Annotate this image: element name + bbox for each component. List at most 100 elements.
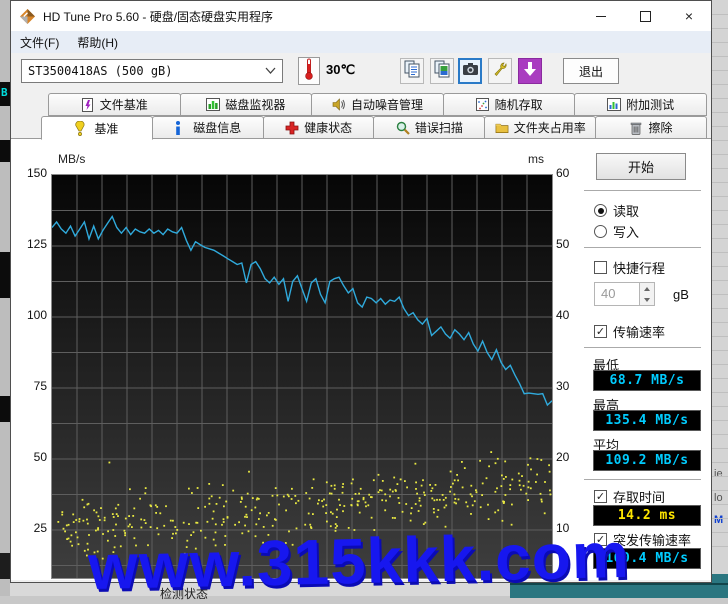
tab-row2-2[interactable]: 健康状态: [263, 116, 375, 139]
avg-value-display: 109.2 MB/s: [593, 450, 701, 471]
options-button[interactable]: [488, 58, 512, 84]
transfer-rate-label: 传输速率: [613, 322, 665, 341]
bg-grid-line: [712, 392, 728, 393]
bg-grid-line: [712, 112, 728, 113]
tab-row2-0[interactable]: 基准: [41, 116, 153, 140]
bg-grid-line: [712, 518, 728, 519]
benchmark-icon: [75, 121, 89, 135]
bg-block: [0, 140, 10, 162]
bg-grid-line: [712, 322, 728, 323]
tab-label: 磁盘监视器: [225, 96, 285, 113]
stepper-up-icon[interactable]: [640, 283, 654, 294]
divider: [584, 190, 701, 191]
bg-grid-line: [712, 532, 728, 533]
file-benchmark-icon: [81, 98, 95, 112]
short-stroke-stepper[interactable]: [640, 282, 655, 306]
minimize-button[interactable]: [579, 1, 623, 31]
bg-grid-line: [712, 140, 728, 141]
bg-grid-line: [712, 350, 728, 351]
bg-grid-line: [712, 280, 728, 281]
disk-monitor-icon: [206, 98, 220, 112]
access-time-checkbox[interactable]: ✓ 存取时间: [594, 487, 665, 506]
health-icon: [285, 121, 299, 135]
bg-grid-line: [712, 210, 728, 211]
tab-row2-4[interactable]: 文件夹占用率: [484, 116, 596, 139]
bg-grid-line: [712, 490, 728, 491]
bg-grid-line: [712, 126, 728, 127]
minimize-icon: [596, 16, 606, 17]
menu-item-0[interactable]: 文件(F): [11, 34, 68, 51]
left-axis-tick: 125: [15, 237, 47, 251]
bg-grid-line: [712, 336, 728, 337]
hdtune-window: HD Tune Pro 5.60 - 硬盘/固态硬盘实用程序 × 文件(F)帮助…: [10, 0, 712, 583]
bg-grid-line: [712, 224, 728, 225]
benchmark-tab-content: MB/s ms 150125100755025 605040302010 开始: [11, 138, 711, 580]
bg-grid-line: [712, 406, 728, 407]
tab-row1-4[interactable]: 附加测试: [574, 93, 707, 116]
aam-icon: [332, 98, 346, 112]
thermometer-icon: [304, 58, 314, 85]
bg-grid-line: [712, 98, 728, 99]
tab-row1-3[interactable]: 随机存取: [443, 93, 576, 116]
tab-row2-5[interactable]: 擦除: [595, 116, 707, 139]
bg-text-fragment: B: [1, 86, 8, 99]
close-button[interactable]: ×: [667, 1, 711, 31]
bg-grid-line: [712, 434, 728, 435]
transfer-rate-checkbox[interactable]: ✓ 传输速率: [594, 322, 665, 341]
write-radio-label: 写入: [613, 222, 639, 241]
bg-grid-line: [712, 420, 728, 421]
benchmark-control-panel: 开始 读取 写入 快捷行程 40 gB: [584, 139, 701, 580]
drive-select-dropdown[interactable]: ST3500418AS (500 gB): [21, 59, 283, 83]
camera-icon: [462, 62, 479, 81]
copy-text-button[interactable]: [400, 58, 424, 84]
start-button[interactable]: 开始: [596, 153, 686, 180]
temperature-button[interactable]: [298, 57, 320, 85]
screenshot-button[interactable]: [458, 58, 482, 84]
update-button[interactable]: [518, 58, 542, 84]
divider: [584, 479, 701, 480]
bg-grid-line: [712, 546, 728, 547]
checkbox-checked-icon: ✓: [594, 490, 607, 503]
tab-row-primary: 基准磁盘信息健康状态错误扫描 文件夹占用率擦除: [41, 116, 706, 139]
bg-block: [0, 252, 10, 298]
access-time-label: 存取时间: [613, 487, 665, 506]
left-axis-tick: 150: [15, 166, 47, 180]
tab-row1-2[interactable]: 自动噪音管理: [311, 93, 444, 116]
bg-grid-line: [712, 238, 728, 239]
stepper-down-icon[interactable]: [640, 294, 654, 305]
divider: [584, 247, 701, 248]
maximize-button[interactable]: [623, 1, 667, 31]
menu-item-1[interactable]: 帮助(H): [68, 34, 127, 51]
max-value-display: 135.4 MB/s: [593, 410, 701, 431]
short-stroke-size-input[interactable]: 40: [594, 282, 640, 306]
tab-label: 文件夹占用率: [514, 119, 586, 136]
copy-image-button[interactable]: [430, 58, 454, 84]
bg-grid-line: [712, 56, 728, 57]
left-axis-unit: MB/s: [58, 152, 85, 166]
write-radio[interactable]: 写入: [594, 222, 639, 241]
min-value-display: 68.7 MB/s: [593, 370, 701, 391]
window-title: HD Tune Pro 5.60 - 硬盘/固态硬盘实用程序: [43, 8, 273, 25]
menubar: 文件(F)帮助(H): [11, 31, 711, 54]
left-axis-tick: 75: [15, 379, 47, 393]
tab-row1-0[interactable]: 文件基准: [48, 93, 181, 116]
bg-grid-line: [712, 252, 728, 253]
extra-tests-icon: [607, 98, 621, 112]
bg-grid-line: [712, 182, 728, 183]
bg-text-fragment: lo: [714, 492, 723, 504]
short-stroke-checkbox[interactable]: 快捷行程: [594, 258, 665, 277]
tab-row2-1[interactable]: 磁盘信息: [152, 116, 264, 139]
left-axis-tick: 100: [15, 308, 47, 322]
tab-row2-3[interactable]: 错误扫描: [373, 116, 485, 139]
tab-row1-1[interactable]: 磁盘监视器: [180, 93, 313, 116]
copy-image-icon: [434, 60, 450, 83]
bg-grid-line: [712, 462, 728, 463]
read-radio[interactable]: 读取: [594, 201, 639, 220]
tab-label: 附加测试: [626, 96, 674, 113]
background-window-right-edge: ie lo M: [711, 0, 728, 596]
error-scan-icon: [396, 121, 410, 135]
exit-button[interactable]: 退出: [563, 58, 619, 84]
bg-grid-line: [712, 154, 728, 155]
right-axis-tick: 20: [556, 450, 582, 464]
temperature-value: 30℃: [326, 62, 355, 78]
